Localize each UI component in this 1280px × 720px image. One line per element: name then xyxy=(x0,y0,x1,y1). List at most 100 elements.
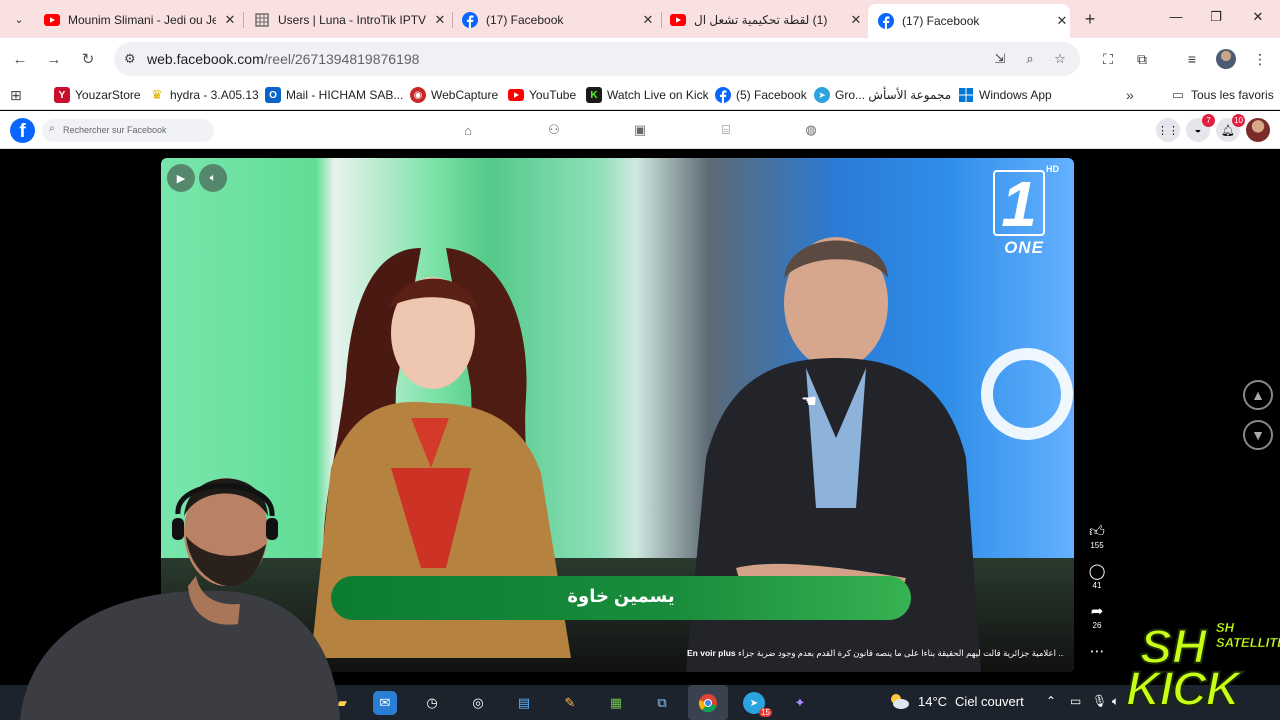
facebook-icon xyxy=(462,12,478,28)
network-tray-icon[interactable]: ▭ xyxy=(1070,694,1081,708)
comment-action[interactable]: ◯ 41 xyxy=(1086,563,1108,591)
close-tab-icon[interactable]: ✕ xyxy=(222,12,238,28)
tab-title: (17) Facebook xyxy=(902,14,980,28)
clock-app-icon[interactable]: ◷ xyxy=(420,691,444,715)
chrome-icon[interactable] xyxy=(696,691,720,715)
like-action[interactable]: 👍︎ 155 xyxy=(1086,523,1108,551)
telegram-icon: ➤ xyxy=(814,87,830,103)
calculator-app-icon[interactable]: ▦ xyxy=(604,691,628,715)
streamer-figure xyxy=(20,478,340,720)
volume-button[interactable]: 🔈︎ xyxy=(199,164,227,192)
share-icon: ➦ xyxy=(1090,603,1104,620)
marketplace-icon[interactable]: ⌸ xyxy=(717,122,735,138)
forward-icon[interactable]: → xyxy=(44,49,64,69)
back-icon[interactable]: ← xyxy=(10,49,30,69)
apps-grid-icon[interactable]: ⊞ xyxy=(10,86,22,104)
bookmark-telegram-group[interactable]: ➤ Gro... مجموعة الأسأش xyxy=(814,86,951,104)
browser-tab-strip: ⌄ Mounim Slimani - Jedi ou Je ✕ Users | … xyxy=(0,0,1280,38)
reload-icon[interactable]: ↻ xyxy=(78,49,98,69)
reel-caption[interactable]: En voir plus اعلامية جزائرية قالت ليهم ا… xyxy=(681,648,1064,659)
close-tab-icon[interactable]: ✕ xyxy=(432,12,448,28)
all-bookmarks-folder[interactable]: ▭ Tous les favoris xyxy=(1170,86,1274,104)
bookmark-mail[interactable]: O Mail - HICHAM SAB... xyxy=(265,86,403,104)
facebook-search-field[interactable]: ⌕ Rechercher sur Facebook xyxy=(42,119,214,142)
browser-tab-3[interactable]: (17) Facebook ✕ xyxy=(452,6,656,34)
mouse-cursor: ☚ xyxy=(801,391,818,411)
bookmark-star-icon[interactable]: ☆ xyxy=(1051,50,1069,68)
messenger-badge: 7 xyxy=(1202,114,1215,127)
weather-widget[interactable]: 14°C Ciel couvert xyxy=(888,693,1024,709)
youtube-icon xyxy=(670,12,686,28)
sheet-icon xyxy=(254,12,270,28)
bookmark-facebook[interactable]: (5) Facebook xyxy=(715,86,807,104)
network-app-icon[interactable]: ⧉ xyxy=(650,691,674,715)
media-app-icon[interactable]: ◎ xyxy=(466,691,490,715)
tray-chevron-icon[interactable]: ⌃ xyxy=(1046,694,1056,708)
tab-title: (1) لقطة تحكيمية تشعل ال xyxy=(694,13,828,27)
browser-tab-4[interactable]: (1) لقطة تحكيمية تشعل ال ✕ xyxy=(660,6,864,34)
screenshot-extension-icon[interactable]: ⛶ xyxy=(1098,49,1118,69)
y-icon: Y xyxy=(54,87,70,103)
bookmark-youtube[interactable]: YouTube xyxy=(508,86,576,104)
channel-logo: 1 ONE HD xyxy=(993,164,1059,268)
facebook-logo[interactable]: f xyxy=(10,118,35,143)
remote-desktop-icon[interactable]: ▤ xyxy=(512,691,536,715)
outlook-icon: O xyxy=(265,87,281,103)
facebook-icon xyxy=(715,87,731,103)
home-icon[interactable]: ⌂ xyxy=(459,122,477,138)
gaming-icon[interactable]: ◍ xyxy=(802,122,820,138)
facebook-header: f ⌕ Rechercher sur Facebook ⌂ ⚇ ▣ ⌸ ◍ ⋮⋮… xyxy=(0,111,1280,149)
bookmark-hydra[interactable]: ♛ hydra - 3.A05.13 xyxy=(149,86,259,104)
browser-tab-1[interactable]: Mounim Slimani - Jedi ou Je ✕ xyxy=(34,6,238,34)
menu-grid-icon[interactable]: ⋮⋮ xyxy=(1156,118,1180,142)
paint-app-icon[interactable]: ✎ xyxy=(558,691,582,715)
bookmark-youzarstore[interactable]: Y YouzarStore xyxy=(54,86,141,104)
tab-title: Users | Luna - IntroTik IPTV xyxy=(278,13,426,27)
bookmark-kick[interactable]: K Watch Live on Kick xyxy=(586,86,709,104)
previous-reel-button[interactable]: ▲ xyxy=(1243,380,1273,410)
install-app-icon[interactable]: ⇲ xyxy=(991,50,1009,68)
video-icon[interactable]: ▣ xyxy=(631,122,649,138)
browser-tab-5-active[interactable]: (17) Facebook ✕ xyxy=(868,4,1070,38)
new-tab-button[interactable]: + xyxy=(1080,9,1100,30)
folder-icon: ▭ xyxy=(1171,87,1185,102)
more-options-icon[interactable]: ⋯ xyxy=(1086,643,1108,661)
tab-title: Mounim Slimani - Jedi ou Je xyxy=(68,13,216,27)
account-avatar[interactable] xyxy=(1246,118,1270,142)
extensions-puzzle-icon[interactable]: ⧉ xyxy=(1132,49,1152,69)
zoom-icon[interactable]: ⌕ xyxy=(1021,50,1039,68)
site-info-icon[interactable]: ⚙ xyxy=(124,51,136,67)
messenger-icon[interactable]: ◒ 7 xyxy=(1186,114,1215,142)
restore-button[interactable]: ❐ xyxy=(1206,9,1226,25)
notifications-icon[interactable]: 🔔︎ 10 xyxy=(1216,114,1245,142)
hydra-icon: ♛ xyxy=(151,87,163,102)
close-tab-icon[interactable]: ✕ xyxy=(640,12,656,28)
tab-search-button[interactable]: ⌄ xyxy=(8,8,30,30)
browser-tab-2[interactable]: Users | Luna - IntroTik IPTV ✕ xyxy=(244,6,448,34)
bookmark-webcapture[interactable]: ◉ WebCapture xyxy=(410,86,498,104)
menu-kebab-icon[interactable]: ⋮ xyxy=(1250,49,1270,69)
satellite-app-icon[interactable]: ✦ xyxy=(788,691,812,715)
telegram-app-icon[interactable]: ➤ 15 xyxy=(742,691,772,717)
bookmark-windows-app[interactable]: Windows App xyxy=(958,86,1052,104)
address-bar[interactable]: ⚙ web.facebook.com/reel/2671394819876198… xyxy=(114,42,1080,76)
play-button[interactable]: ▶ xyxy=(167,164,195,192)
next-reel-button[interactable]: ▼ xyxy=(1243,420,1273,450)
microphone-icon[interactable]: 🎙︎ xyxy=(1092,694,1107,708)
friends-icon[interactable]: ⚇ xyxy=(545,122,563,138)
media-controls-icon[interactable]: ≡ xyxy=(1182,49,1202,69)
profile-avatar[interactable] xyxy=(1216,49,1236,69)
share-action[interactable]: ➦ 26 xyxy=(1086,603,1108,631)
streamer-webcam-overlay xyxy=(0,456,340,720)
more-bookmarks-icon[interactable]: » xyxy=(1126,86,1134,104)
close-tab-icon[interactable]: ✕ xyxy=(1054,13,1070,29)
youtube-icon xyxy=(44,12,60,28)
minimize-button[interactable]: — xyxy=(1166,9,1186,24)
bookmarks-bar: ⊞ Y YouzarStore ♛ hydra - 3.A05.13 O Mai… xyxy=(0,80,1280,110)
close-window-button[interactable]: ✕ xyxy=(1248,9,1268,25)
mail-app-icon[interactable]: ✉ xyxy=(373,691,397,715)
kick-icon: K xyxy=(586,87,602,103)
browser-toolbar: ← → ↻ ⚙ web.facebook.com/reel/2671394819… xyxy=(0,38,1280,80)
close-tab-icon[interactable]: ✕ xyxy=(848,12,864,28)
url-text[interactable]: web.facebook.com/reel/2671394819876198 xyxy=(147,51,419,67)
